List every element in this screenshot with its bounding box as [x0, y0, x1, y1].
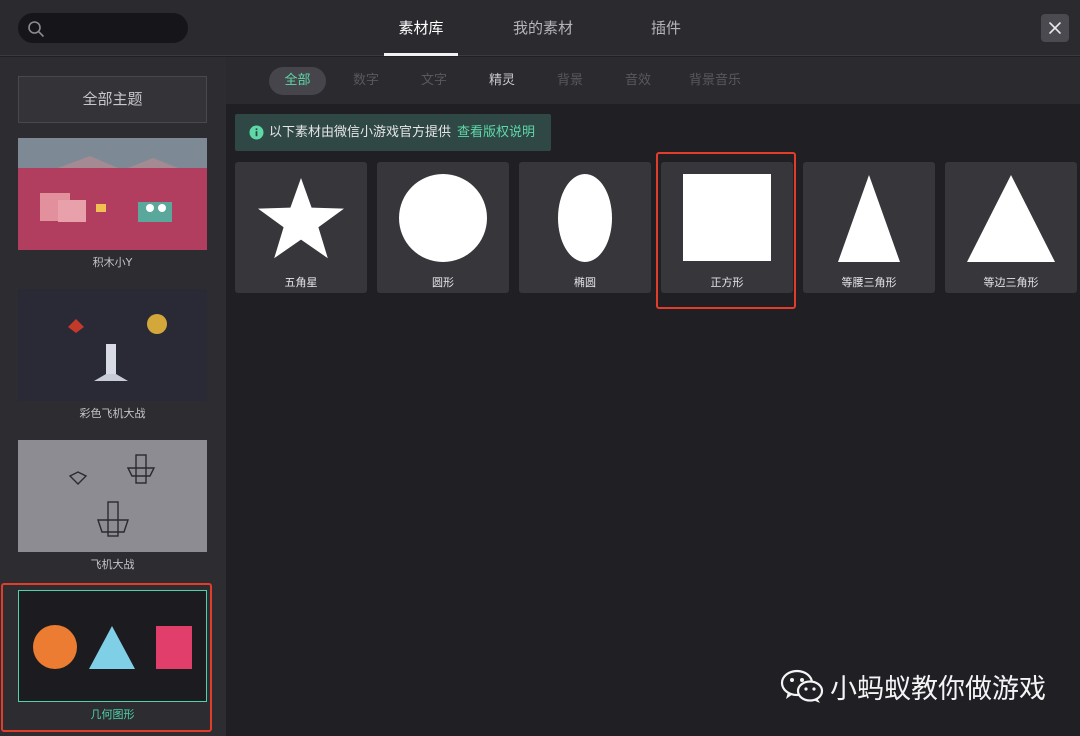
watermark: 小蚂蚁教你做游戏 — [780, 666, 1046, 706]
theme-thumbnail — [18, 289, 207, 401]
theme-sidebar: 全部主题 积木小Y 彩色飞机大战 飞机大战 几何图形 — [0, 57, 226, 736]
wechat-icon — [780, 669, 824, 703]
category-all[interactable]: 全部 — [269, 67, 326, 95]
all-themes-button[interactable]: 全部主题 — [18, 76, 207, 123]
close-button[interactable] — [1041, 14, 1069, 42]
asset-label: 椭圆 — [574, 276, 596, 289]
asset-label: 等边三角形 — [983, 276, 1039, 289]
asset-card-square[interactable]: 正方形 — [661, 162, 793, 293]
asset-card-equilateral-triangle[interactable]: 等边三角形 — [945, 162, 1077, 293]
asset-card-isosceles-triangle[interactable]: 等腰三角形 — [803, 162, 935, 293]
asset-card-ellipse[interactable]: 椭圆 — [519, 162, 651, 293]
top-bar: 素材库 我的素材 插件 — [0, 0, 1080, 56]
notice-text: 以下素材由微信小游戏官方提供 — [269, 125, 452, 140]
theme-label: 飞机大战 — [90, 558, 135, 571]
theme-label: 彩色飞机大战 — [79, 407, 146, 420]
asset-label: 正方形 — [710, 276, 744, 289]
info-icon — [249, 125, 264, 140]
tab-plugins[interactable]: 插件 — [642, 0, 690, 56]
search-box[interactable] — [18, 13, 188, 43]
close-icon — [1049, 22, 1061, 34]
theme-item-geometry[interactable]: 几何图形 — [18, 590, 207, 728]
theme-label: 积木小Y — [92, 256, 133, 269]
tab-material-library[interactable]: 素材库 — [384, 0, 458, 56]
theme-item-plane-war[interactable]: 飞机大战 — [18, 440, 207, 578]
category-numbers[interactable]: 数字 — [344, 67, 388, 95]
theme-item-color-plane-war[interactable]: 彩色飞机大战 — [18, 289, 207, 427]
asset-label: 圆形 — [432, 276, 454, 289]
category-background-music[interactable]: 背景音乐 — [682, 67, 748, 95]
asset-label: 五角星 — [284, 276, 318, 289]
copyright-link[interactable]: 查看版权说明 — [457, 125, 535, 140]
theme-thumbnail — [18, 590, 207, 702]
category-bar: 全部 数字 文字 精灵 背景 音效 背景音乐 — [226, 57, 1080, 104]
watermark-text: 小蚂蚁教你做游戏 — [830, 673, 1046, 705]
theme-thumbnail — [18, 440, 207, 552]
search-icon — [28, 21, 44, 37]
copyright-notice: 以下素材由微信小游戏官方提供 查看版权说明 — [235, 114, 551, 151]
category-backgrounds[interactable]: 背景 — [548, 67, 592, 95]
theme-label: 几何图形 — [90, 708, 135, 721]
theme-thumbnail — [18, 138, 207, 250]
asset-card-star[interactable]: 五角星 — [235, 162, 367, 293]
tab-my-materials[interactable]: 我的素材 — [506, 0, 580, 56]
theme-item-blocks[interactable]: 积木小Y — [18, 138, 207, 276]
asset-card-circle[interactable]: 圆形 — [377, 162, 509, 293]
search-input[interactable] — [54, 18, 178, 38]
category-text[interactable]: 文字 — [412, 67, 456, 95]
category-sound-effects[interactable]: 音效 — [616, 67, 660, 95]
asset-label: 等腰三角形 — [841, 276, 897, 289]
category-sprites[interactable]: 精灵 — [480, 67, 524, 95]
